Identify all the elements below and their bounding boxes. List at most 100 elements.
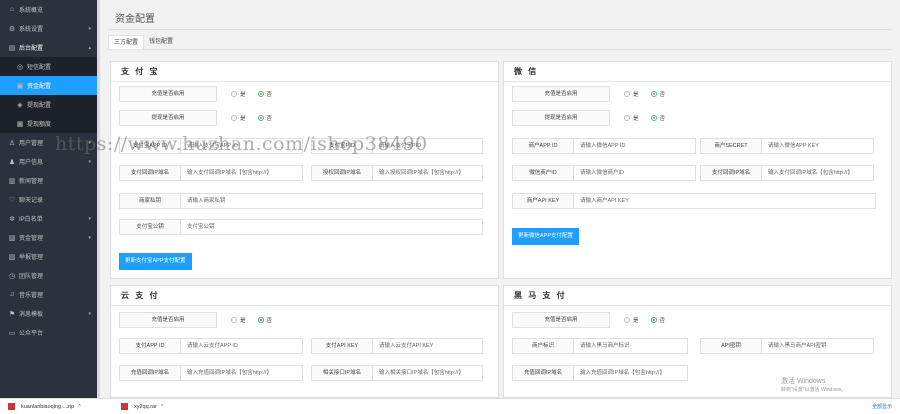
wechat-panel: 微 信 充值是否启用 是 否 提现是否启用 是 否 商户APP ID 请输入微信… [503, 61, 892, 279]
heima-apikey-input[interactable]: 请输入黑马商户API密钥 [762, 338, 874, 354]
show-all-downloads-link[interactable]: 全部显示 [872, 403, 892, 410]
yunpay-appid-row: 支付APP ID 请输入云支付APP ID [119, 338, 303, 354]
field-label: 充值是否启用 [119, 86, 217, 102]
download-filename: kuanlanbiaoqing....zip [21, 403, 75, 410]
yunpay-apikey-input[interactable]: 请输入云支付API KEY [373, 338, 483, 354]
sidebar-item[interactable]: ♫ 音乐管理 [0, 285, 97, 304]
sidebar-item[interactable]: ◎ 短信配置 [0, 57, 97, 76]
field-label: 支付回调IP域名 [700, 165, 762, 181]
chevron-up-icon[interactable]: ^ [78, 404, 80, 410]
tab-third-party[interactable]: 三方配置 [108, 35, 145, 49]
radio-yes[interactable]: 是 [624, 316, 639, 324]
yunpay-appid-input[interactable]: 请输入云支付APP ID [181, 338, 303, 354]
update-alipay-button[interactable]: 更新支付宝APP支付配置 [119, 253, 192, 270]
sidebar-item[interactable]: ▭ 公众平台 [0, 323, 97, 342]
windows-activation-notice: 激活 Windows 转到"设置"以激活 Windows。 [781, 378, 846, 394]
sidebar-item[interactable]: ▨ 举报管理 [0, 247, 97, 266]
sidebar-item[interactable]: ◈ 提现配置 [0, 95, 97, 114]
field-label: 商户APP ID [512, 138, 574, 154]
sidebar-item[interactable]: ◷ 团队管理 [0, 266, 97, 285]
sidebar-item-label: 系統概览 [19, 8, 44, 14]
radio-no[interactable]: 否 [257, 114, 272, 122]
wechat-notify-input[interactable]: 输入支付回调IP域名【包含http://】 [762, 165, 874, 181]
wheel-icon: ✲ [9, 215, 15, 223]
yunpay-recharge-row: 充值是否启用 是 否 [119, 312, 284, 328]
wechat-secret-input[interactable]: 请输入微信APP KEY [762, 138, 874, 154]
radio-no[interactable]: 否 [650, 90, 665, 98]
sidebar-item[interactable]: ▣ 资金配置 [0, 76, 97, 95]
download-item[interactable]: xy2qq.rar ^ [121, 403, 226, 410]
wechat-appid-row: 商户APP ID 请输入微信APP ID [512, 138, 696, 154]
alipay-return-row: 授权回调IP域名 输入授权回调IP域名【包含http://】 [311, 165, 483, 181]
heima-notify-row: 充值回调IP域名 输入充值回调IP域名【包含http://】 [512, 365, 688, 381]
sidebar-item[interactable]: ▧ 资金管理 ▾ [0, 228, 97, 247]
gear-icon: ⚙ [8, 25, 16, 33]
yunpay-related-input[interactable]: 输入相关接口IP域名【包含http://】 [373, 365, 483, 381]
book-icon: ▥ [8, 177, 16, 185]
home-icon: ⌂ [9, 6, 15, 13]
wechat-mchid-row: 微信商户ID 请输入微信商户ID [512, 165, 696, 181]
radio-yes[interactable]: 是 [231, 114, 246, 122]
sidebar-item[interactable]: ⚑ 消息模板 ▾ [0, 304, 97, 323]
sidebar-item[interactable]: ▥ 新闻管理 [0, 171, 97, 190]
alipay-notify-row: 支付回调IP域名 输入支付回调IP域名【包含http://】 [119, 165, 303, 181]
field-label: 充值是否启用 [119, 312, 217, 328]
alipay-return-input[interactable]: 输入授权回调IP域名【包含http://】 [373, 165, 483, 181]
field-label: 充值回调IP域名 [512, 365, 574, 381]
field-label: 商家私钥 [119, 193, 181, 209]
wechat-appid-input[interactable]: 请输入微信APP ID [574, 138, 696, 154]
tab-wallet[interactable]: 钱包配置 [144, 35, 178, 49]
wechat-secret-row: 商户SECRET 请输入微信APP KEY [700, 138, 874, 154]
radio-no[interactable]: 否 [257, 316, 272, 324]
chevron-icon: ▾ [88, 310, 91, 317]
field-label: 支付宝公钥 [119, 219, 181, 235]
radio-no[interactable]: 否 [650, 316, 665, 324]
sidebar-item[interactable]: ⌂ 系統概览 [0, 0, 97, 19]
yunpay-title: 云 支 付 [111, 286, 498, 306]
yunpay-panel: 云 支 付 充值是否启用 是 否 支付APP ID 请输入云支付APP ID 支… [110, 285, 499, 398]
alipay-public-input[interactable]: 支付宝公钥 [181, 219, 483, 235]
alipay-merchant-row: 商家私钥 请输入商家私钥 [119, 193, 483, 209]
sidebar-item[interactable]: ▤ 后台配置 ▴ [0, 38, 97, 57]
radio-yes[interactable]: 是 [624, 90, 639, 98]
chevron-icon: ▾ [88, 158, 91, 165]
download-item[interactable]: kuanlanbiaoqing....zip ^ [8, 403, 113, 410]
download-filename: xy2qq.rar [134, 403, 157, 410]
sidebar-item[interactable]: ✲ IP白名单 ▾ [0, 209, 97, 228]
radio-no[interactable]: 否 [257, 90, 272, 98]
field-label: 充值是否启用 [512, 312, 610, 328]
update-wechat-button[interactable]: 更新微信APP支付配置 [512, 228, 580, 245]
sidebar-item[interactable]: ▦ 提现额度 [0, 114, 97, 133]
screen-icon: ▭ [8, 329, 16, 337]
activation-title: 激活 Windows [781, 378, 826, 385]
wallet-icon: ▧ [8, 234, 16, 242]
radio-no[interactable]: 否 [650, 114, 665, 122]
sidebar-item-label: 新闻管理 [19, 179, 44, 185]
sidebar-item-label: 公众平台 [19, 331, 44, 337]
download-bar: kuanlanbiaoqing....zip ^ xy2qq.rar ^ 全部显… [0, 398, 900, 414]
alipay-merchant-input[interactable]: 请输入商家私钥 [181, 193, 483, 209]
radio-yes[interactable]: 是 [231, 90, 246, 98]
wechat-mchid-input[interactable]: 请输入微信商户ID [574, 165, 696, 181]
alipay-panel: 支 付 宝 充值是否启用 是 否 提现是否启用 是 否 支付宝APP ID 请输… [110, 61, 499, 279]
heima-notify-input[interactable]: 输入充值回调IP域名【包含http://】 [574, 365, 688, 381]
sidebar-item-label: 团队管理 [19, 274, 44, 280]
field-label: 商户API KEY [512, 193, 574, 209]
sidebar-item-label: 提现额度 [27, 122, 52, 128]
heima-apikey-row: API密钥 请输入黑马商户API密钥 [700, 338, 874, 354]
wechat-apikey-input[interactable]: 请输入商户API KEY [574, 193, 876, 209]
sidebar-item[interactable]: ♡ 聊天记录 [0, 190, 97, 209]
chevron-up-icon[interactable]: ^ [161, 404, 163, 410]
sidebar-item-label: 音乐管理 [19, 293, 44, 299]
wechat-recharge-row: 充值是否启用 是 否 [512, 86, 677, 102]
music-icon: ♫ [9, 291, 15, 298]
radio-yes[interactable]: 是 [231, 316, 246, 324]
sidebar-item[interactable]: ⚙ 系統设置 ▾ [0, 19, 97, 38]
radio-yes[interactable]: 是 [624, 114, 639, 122]
yunpay-notify-input[interactable]: 输入充值回调IP域名【包含http://】 [181, 365, 303, 381]
chevron-icon: ▾ [88, 25, 91, 32]
heima-merchant-input[interactable]: 请输入黑马商户标识 [574, 338, 688, 354]
yunpay-related-row: 相关接口IP域名 输入相关接口IP域名【包含http://】 [311, 365, 483, 381]
sidebar-item-label: 举报管理 [19, 255, 44, 261]
alipay-notify-input[interactable]: 输入支付回调IP域名【包含http://】 [181, 165, 303, 181]
